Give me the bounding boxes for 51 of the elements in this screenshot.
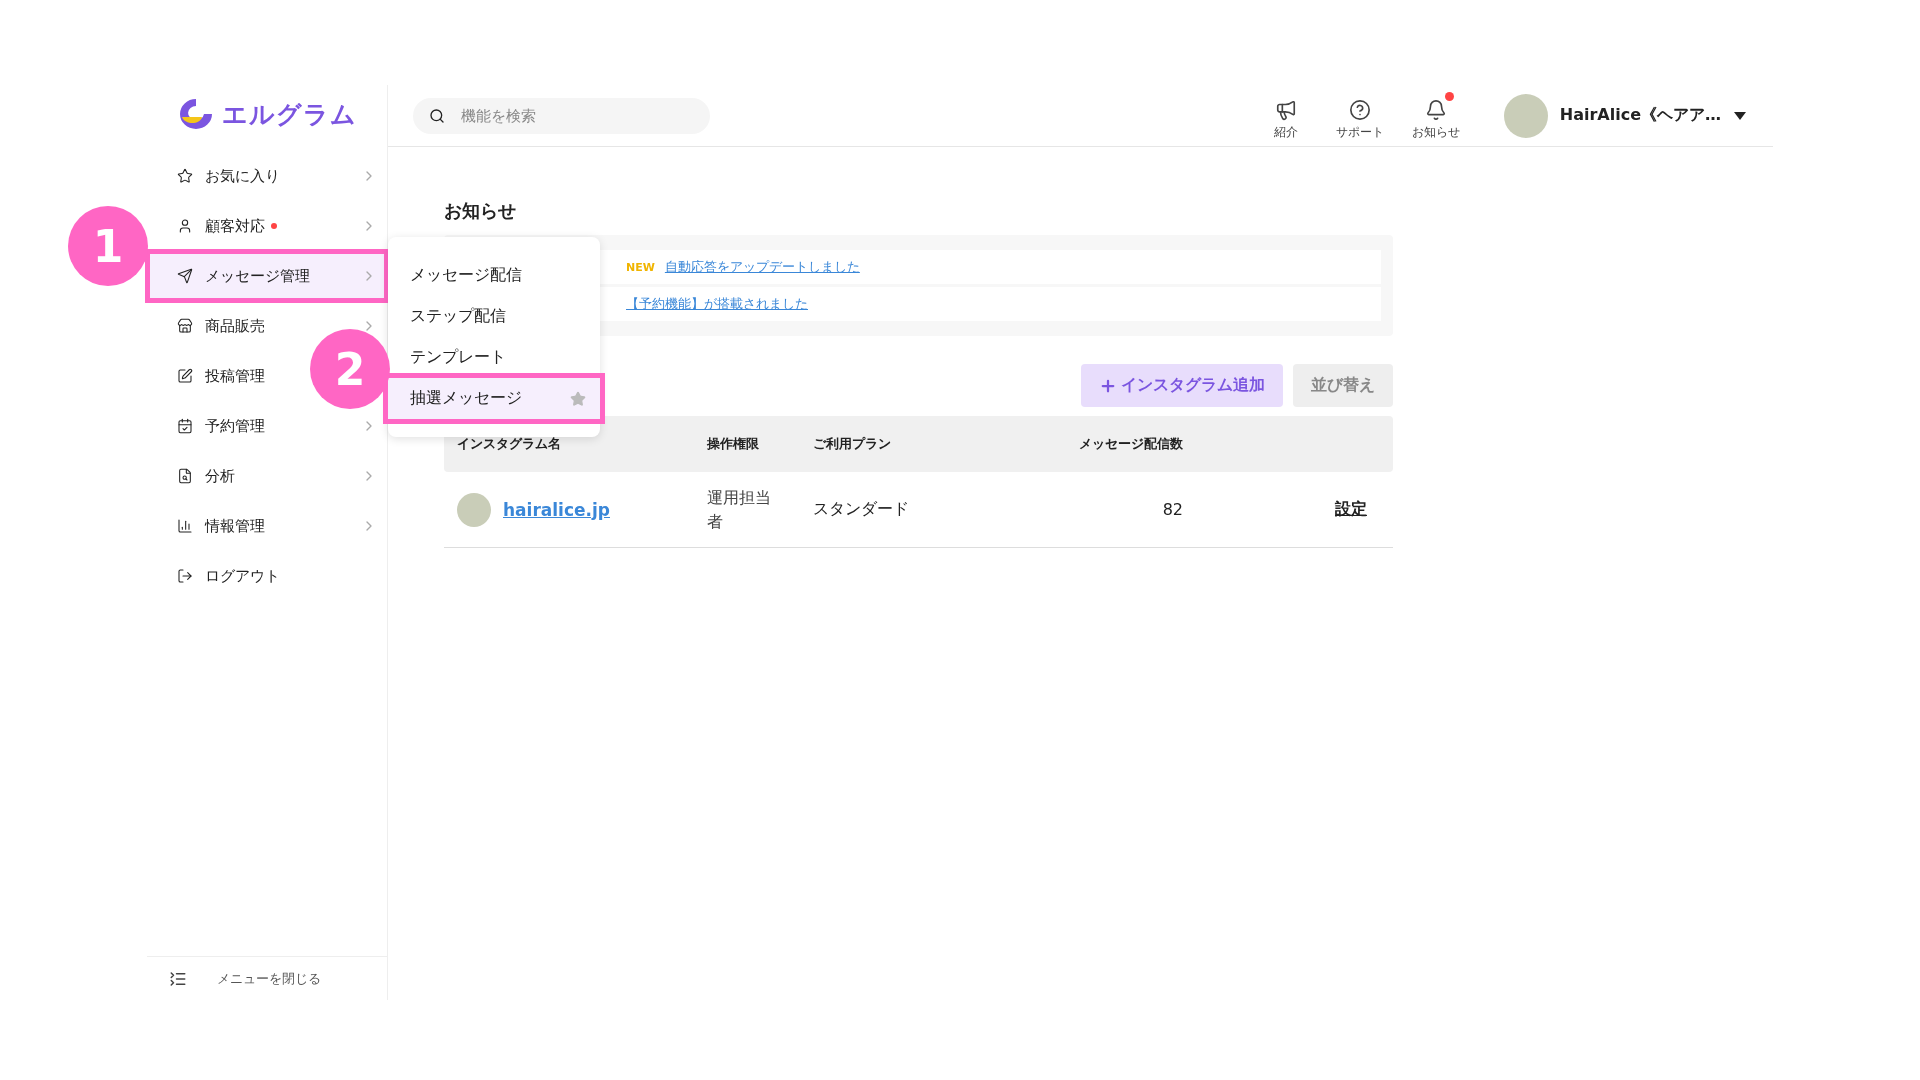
search-field[interactable]: 機能を検索: [413, 97, 710, 134]
table-cell-text: スタンダード: [813, 499, 910, 520]
help-icon: [1348, 98, 1371, 121]
sidebar-item[interactable]: お気に入り: [147, 151, 387, 201]
notice-link[interactable]: 自動応答をアップデートしました: [664, 258, 860, 276]
column-header: ご利用プラン: [813, 435, 892, 453]
account-name[interactable]: HairAlice《ヘアア…: [1559, 105, 1721, 126]
submenu-item[interactable]: テンプレート: [388, 337, 600, 378]
header-icon-button[interactable]: 紹介: [1263, 90, 1308, 141]
collapse-icon: [169, 969, 187, 988]
logo-text: エルグラム: [221, 98, 357, 131]
add-button[interactable]: インスタグラム追加: [1081, 364, 1283, 407]
column-header: メッセージ配信数: [1078, 435, 1183, 453]
step-number-overlay: 1: [68, 206, 148, 286]
caret-icon[interactable]: [1733, 110, 1747, 121]
collapse-menu-button[interactable]: メニューを閉じる: [147, 956, 387, 1000]
sidebar-item[interactable]: 情報管理: [147, 501, 387, 551]
person-icon: [177, 218, 193, 234]
column-header: 操作権限: [707, 435, 760, 453]
calendar-icon: [177, 418, 193, 434]
document-search-icon: [177, 468, 193, 484]
send-icon: [177, 268, 193, 284]
edit-icon: [177, 368, 193, 384]
submenu-item[interactable]: ステップ配信: [388, 296, 600, 337]
new-tag: NEW: [626, 260, 655, 274]
account-link[interactable]: hairalice.jp: [503, 499, 610, 520]
search-input[interactable]: 機能を検索: [459, 105, 679, 126]
table-cell-text: 82: [1161, 500, 1183, 519]
settings-link[interactable]: 設定: [1335, 499, 1367, 520]
table-cell-text: 運用担当者: [707, 486, 772, 533]
step-number-overlay: 2: [310, 329, 390, 409]
header-icon-button[interactable]: お知らせ: [1411, 90, 1460, 141]
logo-icon: [177, 97, 214, 131]
avatar-placeholder: [457, 492, 491, 527]
submenu-item[interactable]: メッセージ配信: [388, 255, 600, 296]
section-title: お知らせ: [444, 199, 517, 223]
bell-icon: [1424, 98, 1447, 121]
sidebar-item[interactable]: 分析: [147, 451, 387, 501]
header-icon-button[interactable]: サポート: [1335, 90, 1384, 141]
logout-icon: [177, 568, 193, 584]
sidebar-item[interactable]: ログアウト: [147, 551, 387, 601]
bar-chart-icon: [177, 518, 193, 534]
star-icon: [177, 168, 193, 184]
search-icon: [429, 107, 445, 124]
column-header: インスタグラム名: [457, 435, 562, 453]
sidebar-item[interactable]: 顧客対応: [147, 201, 387, 251]
notice-link[interactable]: 【予約機能】が搭載されました: [626, 295, 808, 313]
store-icon: [177, 318, 193, 334]
star-icon[interactable]: [570, 390, 586, 407]
megaphone-icon: [1274, 98, 1297, 121]
sidebar-item[interactable]: メッセージ管理: [147, 251, 387, 301]
